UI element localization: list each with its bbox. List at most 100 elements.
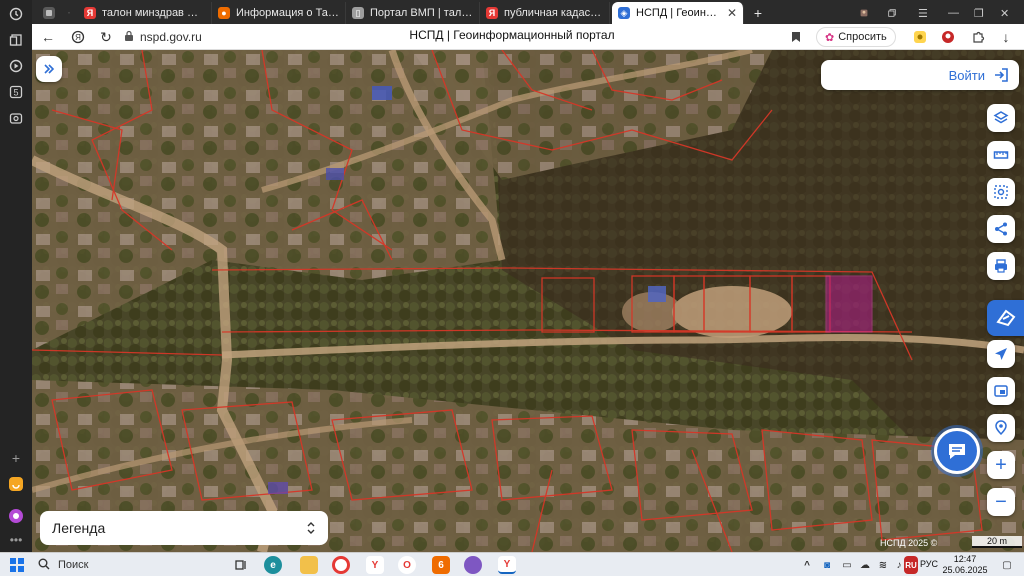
- tab-title: Портал ВМП | талон № 57: [370, 7, 473, 19]
- chat-bubble-icon: [949, 444, 965, 459]
- ask-icon: ✿: [825, 31, 835, 44]
- add-panel-icon[interactable]: +: [6, 448, 26, 468]
- tray-app-icon[interactable]: ◙: [818, 556, 836, 574]
- download-icon[interactable]: ↓: [996, 27, 1016, 47]
- url-field[interactable]: nspd.gov.ru: [124, 28, 202, 46]
- alice-icon[interactable]: [6, 506, 26, 526]
- close-tab-icon[interactable]: ✕: [727, 6, 737, 20]
- minimize-icon[interactable]: —: [942, 2, 962, 24]
- tab-title: публичная кадастровая к: [504, 7, 603, 19]
- file-explorer-icon[interactable]: [300, 556, 318, 574]
- collections-icon[interactable]: [6, 30, 26, 50]
- edge-icon[interactable]: e: [264, 556, 282, 574]
- nspd-logo-icon: [996, 309, 1016, 327]
- login-button[interactable]: Войти: [821, 60, 1019, 90]
- profile-avatar-icon[interactable]: [854, 2, 874, 24]
- video-icon[interactable]: [6, 56, 26, 76]
- yandex-browser-icon[interactable]: Y: [366, 556, 384, 574]
- app-orange-icon[interactable]: 6: [432, 556, 450, 574]
- extension-avatar-icon[interactable]: [938, 27, 958, 47]
- reload-icon[interactable]: ↻: [96, 27, 116, 47]
- tray-device-icon[interactable]: ▭: [838, 556, 856, 574]
- pin-button[interactable]: [987, 414, 1015, 442]
- extensions-puzzle-icon[interactable]: [968, 27, 988, 47]
- tab-strip: Я талон минздрав — Яндекс ● Информация о…: [32, 0, 1024, 24]
- clock[interactable]: 12:47 25.06.2025: [940, 554, 990, 576]
- more-icon[interactable]: •••: [6, 530, 26, 550]
- yandex-market-icon[interactable]: [6, 474, 26, 494]
- taskbar-search[interactable]: Поиск: [32, 555, 212, 575]
- zoom-in-icon: +: [995, 453, 1007, 476]
- expand-panel-button[interactable]: [36, 56, 62, 82]
- tabs-dropdown-icon[interactable]: [62, 2, 76, 24]
- new-tab-button[interactable]: +: [748, 2, 768, 24]
- lang-badge[interactable]: RU: [904, 556, 918, 574]
- tab-item-1[interactable]: ● Информация о Талоне ВМП: [212, 2, 346, 24]
- tray-chevron-icon[interactable]: ^: [798, 556, 816, 574]
- chat-button[interactable]: [934, 428, 980, 474]
- tab-item-0[interactable]: Я талон минздрав — Яндекс: [78, 2, 212, 24]
- task-view-icon[interactable]: [232, 556, 250, 574]
- satellite-map: [32, 50, 1024, 552]
- notifications-icon[interactable]: ▢: [998, 556, 1016, 574]
- tray-cloud-icon[interactable]: ☁: [856, 556, 874, 574]
- firefox-icon[interactable]: [464, 556, 482, 574]
- tab-item-4-active[interactable]: ◈ НСПД | Геоинформацион ✕: [612, 2, 744, 24]
- tab-title: НСПД | Геоинформацион: [636, 7, 721, 19]
- locate-button[interactable]: [987, 340, 1015, 368]
- menu-icon[interactable]: ☰: [912, 2, 932, 24]
- page-title: НСПД | Геоинформационный портал: [409, 28, 615, 42]
- yandex-favicon-icon: Я: [486, 7, 498, 19]
- tab-title: Информация о Талоне ВМП: [236, 7, 339, 19]
- tab-item-3[interactable]: Я публичная кадастровая к: [480, 2, 610, 24]
- history-icon[interactable]: [6, 4, 26, 24]
- print-button[interactable]: [987, 252, 1015, 280]
- back-icon[interactable]: ←: [38, 27, 58, 47]
- windows-taskbar: Поиск e Y O 6 Y ^ ◙ ▭ ☁ ≋ ♪ RU РУС 12:47…: [0, 552, 1024, 576]
- measure-button[interactable]: [987, 141, 1015, 169]
- expand-toggle-icon: [307, 522, 315, 534]
- tab-copy-icon[interactable]: [882, 2, 902, 24]
- restore-icon[interactable]: ❐: [968, 2, 988, 24]
- opera-icon[interactable]: O: [398, 556, 416, 574]
- legend-label: Легенда: [52, 520, 106, 536]
- close-window-icon[interactable]: ✕: [994, 2, 1016, 24]
- workspaces-button[interactable]: [36, 2, 62, 24]
- map-view-button[interactable]: [987, 377, 1015, 405]
- site-favicon-icon: ●: [218, 7, 230, 19]
- tab-item-2[interactable]: ▯ Портал ВМП | талон № 57: [346, 2, 480, 24]
- nspd-favicon-icon: ◈: [618, 7, 630, 19]
- yandex-shield-icon[interactable]: Я: [68, 27, 88, 47]
- login-icon: [995, 68, 1008, 82]
- yandex-browser-active-icon[interactable]: Y: [498, 556, 516, 574]
- bookmark-icon[interactable]: [786, 27, 806, 47]
- ask-button[interactable]: ✿ Спросить: [816, 27, 896, 47]
- nspd-panel-button[interactable]: [987, 300, 1024, 336]
- legend-panel[interactable]: Легенда: [40, 511, 328, 545]
- windows-start-icon[interactable]: [8, 556, 26, 574]
- svg-text:5: 5: [13, 88, 18, 98]
- share-icon: [995, 222, 1007, 236]
- extension-yellow-icon[interactable]: [910, 27, 930, 47]
- chrome-icon[interactable]: [332, 556, 350, 574]
- tab-title: талон минздрав — Яндекс: [102, 7, 205, 19]
- copyright-text: НСПД 2025 ©: [880, 538, 938, 548]
- address-bar: ← Я ↻ nspd.gov.ru НСПД | Геоинформационн…: [32, 24, 1024, 50]
- clock-date: 25.06.2025: [942, 565, 988, 575]
- screenshot-icon[interactable]: [6, 108, 26, 128]
- share-button[interactable]: [987, 215, 1015, 243]
- locate-icon: [995, 348, 1007, 360]
- yandex-favicon-icon: Я: [84, 7, 96, 19]
- language-indicator[interactable]: РУС: [920, 559, 938, 569]
- ask-label: Спросить: [838, 31, 887, 43]
- layers-button[interactable]: [987, 104, 1015, 132]
- pin-icon: [995, 420, 1007, 436]
- zoom-out-button[interactable]: −: [987, 488, 1015, 516]
- select-area-button[interactable]: [987, 178, 1015, 206]
- zoom-in-button[interactable]: +: [987, 451, 1015, 479]
- layers-icon: [993, 111, 1009, 124]
- five-icon[interactable]: 5: [6, 82, 26, 102]
- svg-text:Я: Я: [75, 33, 81, 42]
- zoom-out-icon: −: [995, 490, 1007, 513]
- map-canvas[interactable]: Войти + − Легенда НСПД 2025 © 20 m: [32, 50, 1024, 552]
